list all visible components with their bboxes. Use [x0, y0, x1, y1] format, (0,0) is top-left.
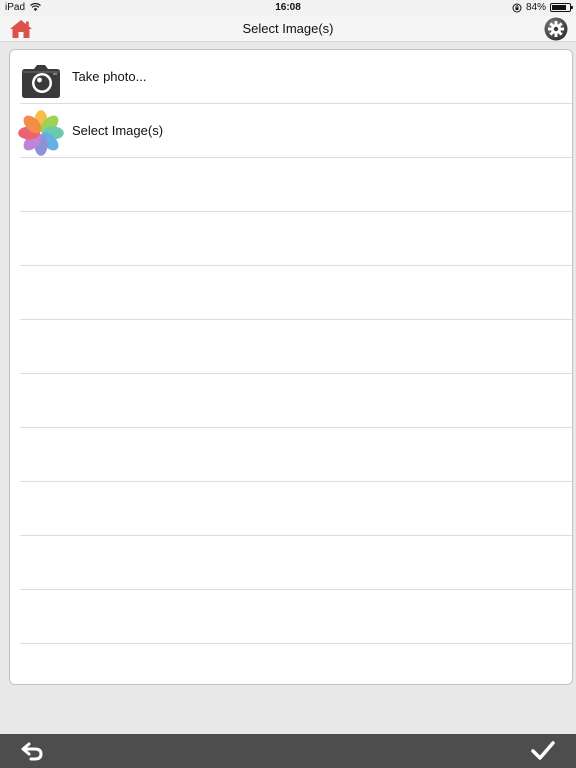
list-item-empty [20, 428, 572, 482]
checkmark-icon [531, 741, 555, 760]
take-photo-label: Take photo... [72, 69, 147, 84]
battery-icon [550, 3, 573, 12]
list-item-empty [20, 212, 572, 266]
list-item-empty [20, 536, 572, 590]
list-item-select-images[interactable]: Select Image(s) [18, 104, 572, 158]
nav-bar: Select Image(s) [0, 16, 576, 42]
battery-percent: 84% [525, 2, 546, 13]
camera-icon [22, 65, 60, 98]
rotation-lock-icon [512, 3, 522, 12]
battery-fill [552, 5, 567, 10]
status-bar: iPad 16:08 84% [0, 0, 576, 16]
gear-icon [544, 17, 568, 41]
status-right: 84% [512, 2, 573, 13]
back-button[interactable] [20, 740, 46, 762]
page-title: Select Image(s) [242, 21, 334, 36]
list-item-empty [20, 266, 572, 320]
done-button[interactable] [530, 740, 556, 762]
list-item-empty [20, 374, 572, 428]
list-item-empty [20, 482, 572, 536]
settings-button[interactable] [544, 17, 568, 41]
bottom-toolbar [0, 734, 576, 768]
list-item-empty [20, 158, 572, 212]
list-item-empty [20, 590, 572, 644]
image-source-list: Take photo... Select Image(s) [9, 49, 573, 685]
undo-arrow-icon [21, 742, 43, 761]
photos-icon [18, 110, 64, 156]
select-images-label: Select Image(s) [72, 123, 164, 138]
list-item-take-photo[interactable]: Take photo... [20, 50, 572, 104]
list-item-empty [20, 320, 572, 374]
status-time: 16:08 [275, 2, 301, 13]
